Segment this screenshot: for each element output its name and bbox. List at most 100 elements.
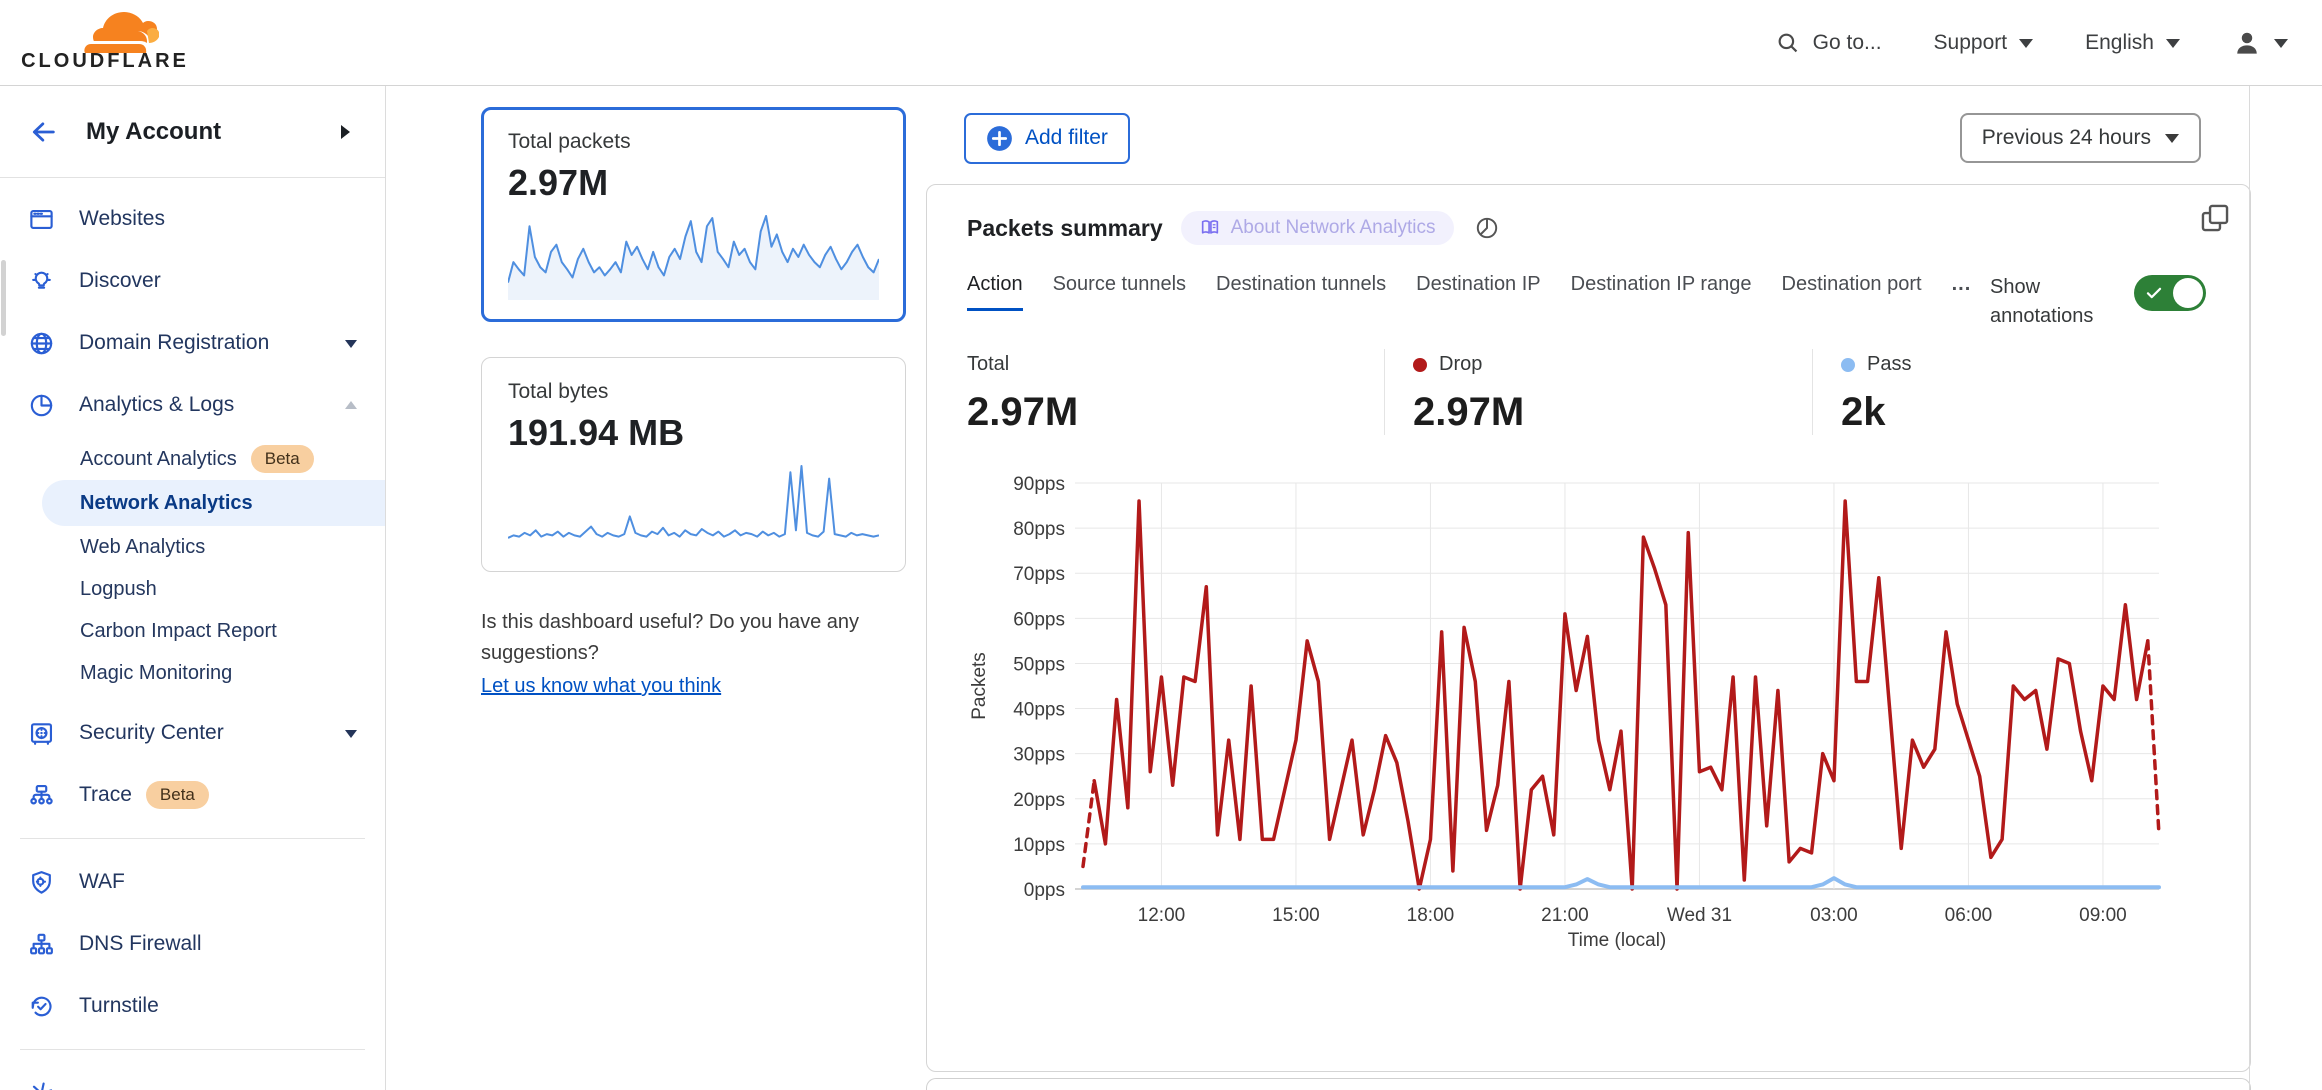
show-annotations-toggle[interactable] [2134, 275, 2206, 311]
sidebar-scrollbar[interactable] [1, 260, 6, 336]
chevron-up-icon [345, 395, 357, 409]
account-title: My Account [86, 118, 221, 146]
tab-source-tunnels[interactable]: Source tunnels [1053, 273, 1186, 311]
hierarchy-icon [28, 931, 55, 958]
rotate-check-icon [28, 993, 55, 1020]
browser-icon [28, 206, 55, 233]
svg-text:80pps: 80pps [1013, 519, 1065, 540]
chevron-down-icon [2166, 39, 2180, 55]
globe-icon [28, 330, 55, 357]
sidebar-item-account-analytics[interactable]: Account Analytics Beta [0, 438, 385, 480]
svg-text:10pps: 10pps [1013, 835, 1065, 856]
total-bytes-card[interactable]: Total bytes 191.94 MB [481, 357, 906, 572]
stat-label: Drop [1413, 353, 1812, 376]
trace-icon [28, 782, 55, 809]
sidebar-item-domain-registration[interactable]: Domain Registration [0, 312, 385, 374]
add-filter-label: Add filter [1025, 126, 1108, 150]
sidebar-item-trace[interactable]: TraceBeta [0, 764, 385, 826]
tab-action[interactable]: Action [967, 273, 1023, 311]
chevron-down-icon [2274, 39, 2288, 55]
filter-row: Add filter Previous 24 hours [926, 113, 2251, 163]
feedback-prompt: Is this dashboard useful? Do you have an… [481, 607, 901, 702]
cloudflare-cloud-icon [51, 12, 159, 54]
sidebar-divider [20, 838, 365, 839]
dimension-tabs: Action Source tunnels Destination tunnels D… [967, 273, 2127, 311]
pie-chart-icon [28, 392, 55, 419]
card-value: 191.94 MB [508, 412, 879, 454]
tab-destination-ip[interactable]: Destination IP [1416, 273, 1541, 311]
total-packets-card[interactable]: Total packets 2.97M [481, 107, 906, 322]
expand-panel-icon[interactable] [2198, 201, 2232, 235]
stats-row: Total2.97MDrop2.97MPass2k [967, 349, 2210, 435]
language-menu[interactable]: English [2085, 31, 2180, 55]
sidebar-item-network-analytics[interactable]: Network Analytics [42, 480, 385, 526]
sidebar-item-security-center[interactable]: Security Center [0, 702, 385, 764]
time-range-selector[interactable]: Previous 24 hours [1960, 113, 2201, 163]
svg-text:60pps: 60pps [1013, 609, 1065, 630]
sidebar-item-label: Domain Registration [79, 331, 269, 355]
safe-icon [28, 720, 55, 747]
sidebar-subitem-label: Account Analytics [80, 448, 237, 471]
feedback-link[interactable]: Let us know what you think [481, 671, 721, 702]
sidebar-item-carbon-impact-report[interactable]: Carbon Impact Report [0, 610, 385, 652]
account-header: My Account [0, 86, 385, 178]
sidebar-item-waf[interactable]: WAF [0, 851, 385, 913]
sidebar-subitem-label: Network Analytics [80, 492, 253, 515]
svg-text:Wed 31: Wed 31 [1667, 905, 1732, 926]
account-menu[interactable] [2232, 28, 2288, 58]
svg-text:50pps: 50pps [1013, 654, 1065, 675]
sidebar-subitem-label: Web Analytics [80, 536, 205, 559]
beta-badge: Beta [251, 445, 314, 473]
tab-destination-port[interactable]: Destination port [1782, 273, 1922, 311]
svg-text:70pps: 70pps [1013, 564, 1065, 585]
trace-icon [28, 782, 55, 809]
svg-text:21:00: 21:00 [1541, 905, 1589, 926]
shield-gear-icon [28, 869, 55, 896]
sidebar-subitem-label: Logpush [80, 578, 157, 601]
sidebar-item-analytics-logs[interactable]: Analytics & Logs [0, 374, 385, 436]
sidebar-item-label: Security Center [79, 721, 224, 745]
add-filter-button[interactable]: Add filter [964, 113, 1130, 164]
cloudflare-logo[interactable]: CLOUDFLARE [20, 12, 190, 73]
stat-drop: Drop2.97M [1384, 349, 1812, 435]
total-packets-sparkline [508, 210, 879, 302]
about-network-analytics-badge[interactable]: About Network Analytics [1181, 211, 1454, 245]
pie-chart-icon[interactable] [1474, 215, 1500, 241]
sidebar-item-turnstile[interactable]: Turnstile [0, 975, 385, 1037]
dimension-tabs-wrap: Action Source tunnels Destination tunnels D… [967, 273, 2210, 311]
chevron-down-icon [2165, 134, 2179, 150]
next-panel-edge [926, 1078, 2251, 1090]
sidebar-item-dns-firewall[interactable]: DNS Firewall [0, 913, 385, 975]
support-label: Support [1934, 31, 2008, 55]
sidebar-item-magic-monitoring[interactable]: Magic Monitoring [0, 652, 385, 694]
panel-title: Packets summary [967, 215, 1163, 242]
svg-text:15:00: 15:00 [1272, 905, 1320, 926]
chevron-down-icon [2019, 39, 2033, 55]
go-to-search[interactable]: Go to... [1775, 30, 1882, 56]
card-label: Total bytes [508, 380, 879, 404]
back-arrow-icon[interactable] [28, 118, 60, 146]
tab-destination-tunnels[interactable]: Destination tunnels [1216, 273, 1386, 311]
sidebar-item-discover[interactable]: Discover [0, 250, 385, 312]
stat-value: 2k [1841, 390, 1911, 435]
svg-text:20pps: 20pps [1013, 790, 1065, 811]
sidebar-item-websites[interactable]: Websites [0, 188, 385, 250]
chevron-right-icon[interactable] [341, 125, 357, 139]
stat-label: Total [967, 353, 1384, 376]
sidebar-item-label: DNS Firewall [79, 932, 202, 956]
sidebar-item-logpush[interactable]: Logpush [0, 568, 385, 610]
svg-text:Packets: Packets [969, 652, 990, 720]
tab-more[interactable]: ... [1952, 273, 1972, 311]
feedback-question: Is this dashboard useful? Do you have an… [481, 607, 901, 669]
rays-icon [28, 1080, 55, 1090]
svg-text:0pps: 0pps [1024, 880, 1065, 901]
sidebar-subnav-analytics-logs: Account Analytics Beta Network Analytics We… [0, 438, 385, 694]
tab-destination-ip-range[interactable]: Destination IP range [1571, 273, 1752, 311]
support-menu[interactable]: Support [1934, 31, 2034, 55]
panel-header: Packets summary About Network Analytics [967, 211, 2210, 245]
sidebar-item-rays-icon[interactable] [0, 1062, 385, 1090]
sidebar-item-web-analytics[interactable]: Web Analytics [0, 526, 385, 568]
about-badge-label: About Network Analytics [1231, 217, 1436, 239]
lightbulb-icon [28, 268, 55, 295]
topbar: CLOUDFLARE Go to... Support English [0, 0, 2322, 86]
